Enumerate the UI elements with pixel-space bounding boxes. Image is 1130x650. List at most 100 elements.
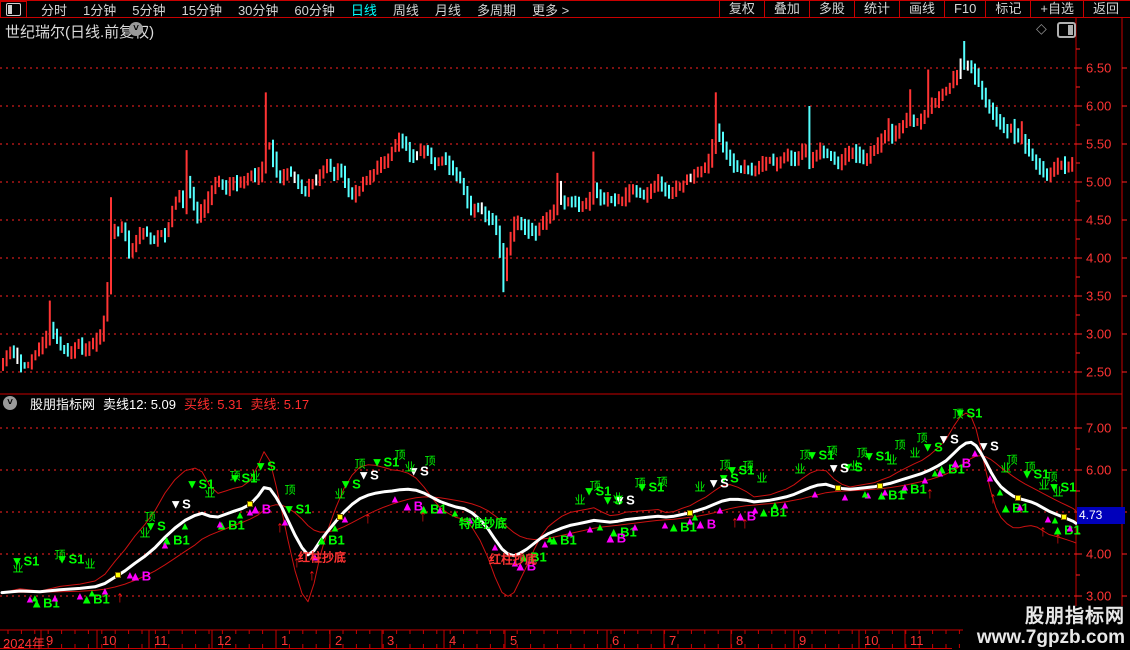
period-tab-2[interactable]: 5分钟: [124, 0, 173, 19]
main-axis-label: 6.00: [1086, 98, 1112, 114]
signal-marker-sw: ▼S: [707, 475, 729, 491]
signal-marker-yg: 业: [204, 487, 216, 500]
watermark-site-name: 股朋指标网: [1024, 606, 1125, 627]
signal-marker-yg: 业: [886, 454, 898, 467]
indicator-axis-label: 3.00: [1086, 588, 1112, 604]
period-tab-0[interactable]: 分时: [33, 0, 75, 19]
signal-marker-ar: ↑: [419, 507, 427, 525]
indicator-axis-label: 7.00: [1086, 420, 1112, 436]
signal-marker-sw: ▼S: [169, 496, 191, 512]
signal-marker-yg: 业: [84, 558, 96, 571]
signal-marker-yg: 业: [909, 447, 921, 460]
period-tabs: 分时 1分钟 5分钟 15分钟 30分钟 60分钟 日线 周线 月线 多周期 更多 >: [33, 0, 577, 18]
signal-marker-ar: ↑: [741, 515, 749, 533]
signal-marker-s1: ▼S1: [282, 501, 312, 517]
signal-marker-tm: ▲: [244, 506, 256, 519]
signal-marker-yg: 业: [139, 527, 151, 540]
action-button-0[interactable]: 复权: [718, 1, 764, 17]
period-tab-5[interactable]: 60分钟: [286, 0, 342, 19]
last-value-badge: 4.73: [1077, 507, 1125, 524]
signal-marker-b1: ▲B1: [315, 532, 345, 548]
signal-marker-ar: ↑: [989, 490, 997, 508]
chevron-down-icon[interactable]: ˅: [129, 22, 143, 36]
signal-marker-yg: 业: [1052, 486, 1064, 499]
signal-marker-yg: 业: [612, 492, 624, 505]
signal-marker-d: 顶: [284, 484, 296, 497]
signal-marker-d: 顶: [894, 439, 906, 452]
indicator-axis-label: 6.00: [1086, 462, 1112, 478]
main-axis-label: 6.50: [1086, 60, 1112, 76]
yellow-dot-marker: [247, 501, 253, 508]
signal-marker-tm: ▲: [839, 491, 851, 504]
period-tab-3[interactable]: 15分钟: [173, 0, 229, 19]
indicator-axis-label: 4.00: [1086, 546, 1112, 562]
signal-marker-ar: ↑: [364, 510, 372, 528]
signal-marker-yg: 业: [404, 461, 416, 474]
signal-marker-bm: ▲B: [948, 455, 972, 471]
signal-marker-d: 顶: [424, 455, 436, 468]
signal-marker-d: 顶: [394, 449, 406, 462]
signal-marker-sw: ▼S: [827, 460, 849, 476]
signal-marker-bm: ▲B: [603, 530, 627, 546]
period-tab-7[interactable]: 周线: [385, 0, 427, 19]
signal-marker-d: 顶: [354, 458, 366, 471]
signal-marker-tm: ▲: [969, 447, 981, 460]
layout-toggle-button[interactable]: [0, 0, 27, 18]
diamond-icon[interactable]: ◇: [1036, 20, 1047, 37]
xaxis-month-label: 5: [510, 633, 518, 648]
panel-split-icon[interactable]: [1057, 22, 1076, 38]
signal-marker-d: 顶: [634, 477, 646, 490]
xaxis-month-label: 11: [910, 633, 924, 648]
signal-marker-yg: 业: [694, 481, 706, 494]
signal-marker-d: 顶: [144, 511, 156, 524]
signal-marker-tm: ▲: [984, 472, 996, 485]
signal-marker-yg: 业: [574, 494, 586, 507]
signal-marker-ar: ↑: [1054, 529, 1062, 547]
xaxis-month-label: 6: [612, 633, 620, 648]
main-axis-label: 4.00: [1086, 250, 1112, 266]
signal-marker-d: 顶: [742, 460, 754, 473]
signal-marker-tg: ▲: [29, 592, 41, 605]
period-tab-9[interactable]: 多周期: [469, 0, 524, 19]
xaxis-month-label: 11: [154, 633, 168, 648]
signal-marker-d: 顶: [1024, 461, 1036, 474]
signal-marker-yg: 业: [249, 470, 261, 483]
yellow-dot-marker: [1015, 495, 1021, 502]
signal-marker-yg: 业: [1000, 462, 1012, 475]
signal-marker-d: 顶: [229, 470, 241, 483]
period-tab-8[interactable]: 月线: [427, 0, 469, 19]
signal-marker-tg: ▲: [544, 533, 556, 546]
action-button-7[interactable]: +自选: [1030, 1, 1083, 17]
period-tab-1[interactable]: 1分钟: [75, 0, 124, 19]
yellow-dot-marker: [337, 513, 343, 520]
xaxis-month-label: 9: [799, 633, 807, 648]
yellow-dot-marker: [1061, 514, 1067, 521]
signal-marker-tm: ▲: [659, 519, 671, 532]
chart-canvas[interactable]: [0, 0, 1130, 650]
yellow-dot-marker: [687, 509, 693, 516]
action-button-4[interactable]: 画线: [898, 1, 944, 17]
xaxis-month-label: 4: [449, 633, 457, 648]
signal-marker-tg: ▲: [86, 587, 98, 600]
action-button-5[interactable]: F10: [943, 1, 985, 17]
period-tab-6[interactable]: 日线: [343, 0, 385, 19]
period-tab-10[interactable]: 更多 >: [524, 0, 577, 19]
action-button-6[interactable]: 标记: [985, 1, 1030, 17]
signal-marker-tm: ▲: [434, 504, 446, 516]
indicator-sell-value: 卖线: 5.17: [250, 396, 310, 412]
yellow-dot-marker: [115, 572, 121, 579]
xaxis-month-label: 1: [281, 633, 289, 648]
action-button-8[interactable]: 返回: [1082, 1, 1128, 17]
signal-marker-ar: ↑: [308, 567, 316, 585]
action-button-2[interactable]: 多股: [808, 1, 854, 17]
signal-marker-d: 顶: [54, 549, 66, 562]
period-tab-4[interactable]: 30分钟: [230, 0, 286, 19]
action-button-1[interactable]: 叠加: [763, 1, 809, 17]
signal-marker-tm: ▲: [1064, 522, 1076, 535]
chevron-down-icon[interactable]: ˅: [3, 396, 17, 410]
action-button-3[interactable]: 统计: [853, 1, 899, 17]
indicator-name: 股朋指标网: [30, 396, 96, 412]
signal-marker-tg: ▲: [179, 520, 191, 533]
action-buttons: 复权 叠加 多股 统计 画线 F10 标记 +自选 返回: [718, 0, 1128, 18]
indicator-header: ˅ 股朋指标网 卖线12: 5.09 买线: 5.31 卖线: 5.17: [0, 396, 1070, 412]
